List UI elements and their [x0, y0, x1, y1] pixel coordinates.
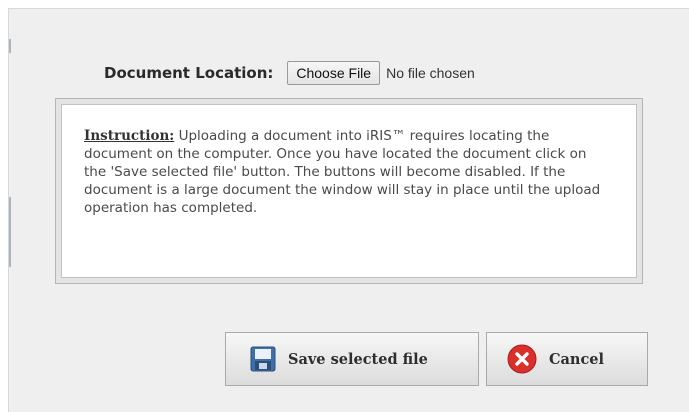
- file-status-text: No file chosen: [386, 65, 475, 81]
- cancel-button[interactable]: Cancel: [486, 332, 648, 386]
- save-selected-file-button[interactable]: Save selected file: [225, 332, 479, 386]
- red-x-circle-icon: [507, 344, 537, 374]
- left-accent-top: [9, 39, 11, 53]
- floppy-disk-icon: [250, 346, 276, 372]
- document-location-row: Document Location: Choose File No file c…: [104, 58, 475, 88]
- choose-file-button[interactable]: Choose File: [287, 61, 381, 85]
- left-accent-mid: [9, 197, 11, 267]
- instruction-box: Instruction: Uploading a document into i…: [61, 104, 637, 278]
- instruction-panel: Instruction: Uploading a document into i…: [55, 98, 643, 284]
- instruction-title: Instruction:: [84, 128, 175, 144]
- instruction-text: Instruction: Uploading a document into i…: [84, 127, 612, 217]
- save-selected-file-label: Save selected file: [288, 350, 428, 368]
- cancel-label: Cancel: [549, 350, 605, 368]
- document-location-label: Document Location:: [104, 64, 274, 82]
